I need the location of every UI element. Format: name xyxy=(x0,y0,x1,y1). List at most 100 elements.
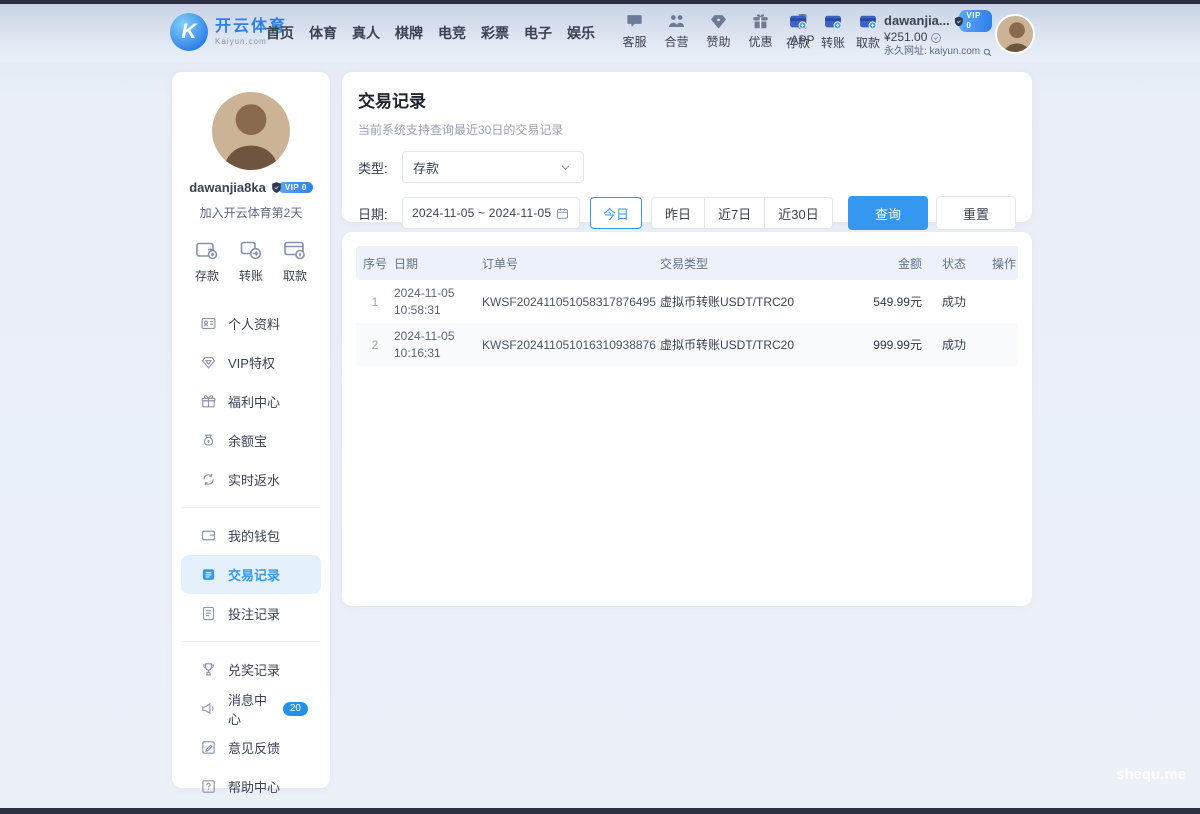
range-7days-button[interactable]: 近7日 xyxy=(704,197,765,229)
user-block[interactable]: dawanjia... VIP 0 ¥251.00 永久网址: kaiyun.c… xyxy=(884,13,992,59)
sidebar-item-label: 意见反馈 xyxy=(228,738,280,757)
cell-status: 成功 xyxy=(928,293,980,310)
betting-record-icon xyxy=(200,605,217,622)
quick-action-label: 取款 xyxy=(283,267,307,284)
chat-icon xyxy=(625,12,644,31)
transactions-icon xyxy=(200,566,217,583)
divider xyxy=(182,507,320,508)
quick-link-label: 客服 xyxy=(622,33,646,50)
joined-days: 加入开云体育第2天 xyxy=(172,204,330,221)
partners-icon xyxy=(667,12,686,31)
help-icon xyxy=(200,778,217,795)
sidebar-item-label: 投注记录 xyxy=(228,604,280,623)
sidebar-item-prize-records[interactable]: 兑奖记录 xyxy=(172,650,330,689)
header: K 开云体育 Kaiyun.com 首页 体育 真人 棋牌 电竞 彩票 电子 娱… xyxy=(0,4,1200,62)
nav-item-slots[interactable]: 电子 xyxy=(524,23,552,43)
cell-order: KWSF202411051058317876495 xyxy=(482,295,660,309)
nav-item-live[interactable]: 真人 xyxy=(352,23,380,43)
cell-type: 虚拟币转账USDT/TRC20 xyxy=(660,336,842,353)
header-transfer[interactable]: 转账 xyxy=(819,12,847,51)
wallet-link-label: 取款 xyxy=(856,34,880,51)
sponsor-icon xyxy=(709,12,728,31)
col-header-status: 状态 xyxy=(928,255,980,272)
quick-link-label: 优惠 xyxy=(748,33,772,50)
quick-link-promo[interactable]: 优惠 xyxy=(744,12,777,50)
avatar[interactable] xyxy=(995,14,1035,54)
sidebar-item-yuebao[interactable]: 余额宝 xyxy=(172,421,330,460)
quick-link-service[interactable]: 客服 xyxy=(618,12,651,50)
sidebar-item-vip[interactable]: VIP特权 xyxy=(172,343,330,382)
range-today-button[interactable]: 今日 xyxy=(590,197,642,229)
header-withdraw[interactable]: 取款 xyxy=(854,12,882,51)
reset-button[interactable]: 重置 xyxy=(936,196,1016,230)
sidebar-item-label: 实时返水 xyxy=(228,470,280,489)
cell-no: 2 xyxy=(356,338,394,352)
calendar-icon xyxy=(555,206,570,221)
welfare-gift-icon xyxy=(200,393,217,410)
page-subtitle: 当前系统支持查询最近30日的交易记录 xyxy=(358,121,1016,138)
nav-item-lottery[interactable]: 彩票 xyxy=(481,23,509,43)
avatar-photo xyxy=(212,92,290,170)
megaphone-icon xyxy=(200,700,217,717)
nav-item-chess[interactable]: 棋牌 xyxy=(395,23,423,43)
sidebar-item-rebate[interactable]: 实时返水 xyxy=(172,460,330,499)
sidebar-item-label: VIP特权 xyxy=(228,353,275,372)
deposit-card-icon xyxy=(787,12,809,32)
vip-shield-icon xyxy=(270,181,283,194)
transactions-table-panel: 序号 日期 订单号 交易类型 金额 状态 操作 1 2024-11-05 10:… xyxy=(342,232,1032,606)
sidebar-item-label: 兑奖记录 xyxy=(228,660,280,679)
watermark: shequ.me xyxy=(1116,766,1186,783)
header-wallet-links: 存款 转账 取款 xyxy=(784,12,882,51)
col-header-action: 操作 xyxy=(980,255,1018,272)
nav-item-entertainment[interactable]: 娱乐 xyxy=(567,23,595,43)
refresh-balance-icon[interactable] xyxy=(930,32,942,44)
magnifier-icon[interactable] xyxy=(982,47,993,58)
quick-action-withdraw[interactable]: 取款 xyxy=(282,238,308,284)
nav-item-esports[interactable]: 电竞 xyxy=(438,23,466,43)
vip-level: VIP 0 xyxy=(278,182,313,193)
bottom-strip xyxy=(0,808,1200,814)
sidebar-item-messages[interactable]: 消息中心 20 xyxy=(172,689,330,728)
sidebar-item-feedback[interactable]: 意见反馈 xyxy=(172,728,330,767)
sidebar-item-label: 帮助中心 xyxy=(228,777,280,796)
sidebar-item-wallet[interactable]: 我的钱包 xyxy=(172,516,330,555)
cell-status: 成功 xyxy=(928,336,980,353)
cell-date-time: 10:58:31 xyxy=(394,303,441,317)
range-yesterday-button[interactable]: 昨日 xyxy=(651,197,705,229)
transfer-card-icon xyxy=(822,12,844,32)
quick-link-partners[interactable]: 合营 xyxy=(660,12,693,50)
sidebar-item-betting-records[interactable]: 投注记录 xyxy=(172,594,330,633)
withdraw-card-icon xyxy=(857,12,879,32)
nav-item-sports[interactable]: 体育 xyxy=(309,23,337,43)
feedback-icon xyxy=(200,739,217,756)
sidebar-item-welfare[interactable]: 福利中心 xyxy=(172,382,330,421)
header-deposit[interactable]: 存款 xyxy=(784,12,812,51)
sidebar-item-profile[interactable]: 个人资料 xyxy=(172,304,330,343)
type-select[interactable]: 存款 xyxy=(402,151,584,183)
quick-action-label: 存款 xyxy=(195,267,219,284)
sidebar-item-label: 消息中心 xyxy=(228,690,272,728)
sidebar-item-transactions[interactable]: 交易记录 xyxy=(181,555,321,594)
cell-no: 1 xyxy=(356,295,394,309)
avatar[interactable] xyxy=(212,92,290,170)
range-group: 昨日 近7日 近30日 xyxy=(651,197,833,229)
sidebar-item-help[interactable]: 帮助中心 xyxy=(172,767,330,806)
nav-item-home[interactable]: 首页 xyxy=(266,23,294,43)
table-row: 1 2024-11-05 10:58:31 KWSF20241105105831… xyxy=(356,280,1018,323)
id-card-icon xyxy=(200,315,217,332)
quick-action-transfer[interactable]: 转账 xyxy=(238,238,264,284)
query-button[interactable]: 查询 xyxy=(848,196,928,230)
range-30days-button[interactable]: 近30日 xyxy=(764,197,832,229)
page-title: 交易记录 xyxy=(358,87,1016,112)
main-nav: 首页 体育 真人 棋牌 电竞 彩票 电子 娱乐 xyxy=(266,4,595,62)
quick-link-sponsor[interactable]: 赞助 xyxy=(702,12,735,50)
sidebar-username: dawanjia8ka xyxy=(189,180,266,195)
quick-action-deposit[interactable]: 存款 xyxy=(194,238,220,284)
date-range-input[interactable]: 2024-11-05 ~ 2024-11-05 xyxy=(402,197,580,229)
moneybag-icon xyxy=(200,432,217,449)
avatar-photo xyxy=(997,16,1035,54)
logo-mark-icon: K xyxy=(170,13,208,51)
col-header-order: 订单号 xyxy=(482,255,660,272)
type-select-value: 存款 xyxy=(413,158,439,177)
cell-order: KWSF202411051016310938876 xyxy=(482,338,660,352)
